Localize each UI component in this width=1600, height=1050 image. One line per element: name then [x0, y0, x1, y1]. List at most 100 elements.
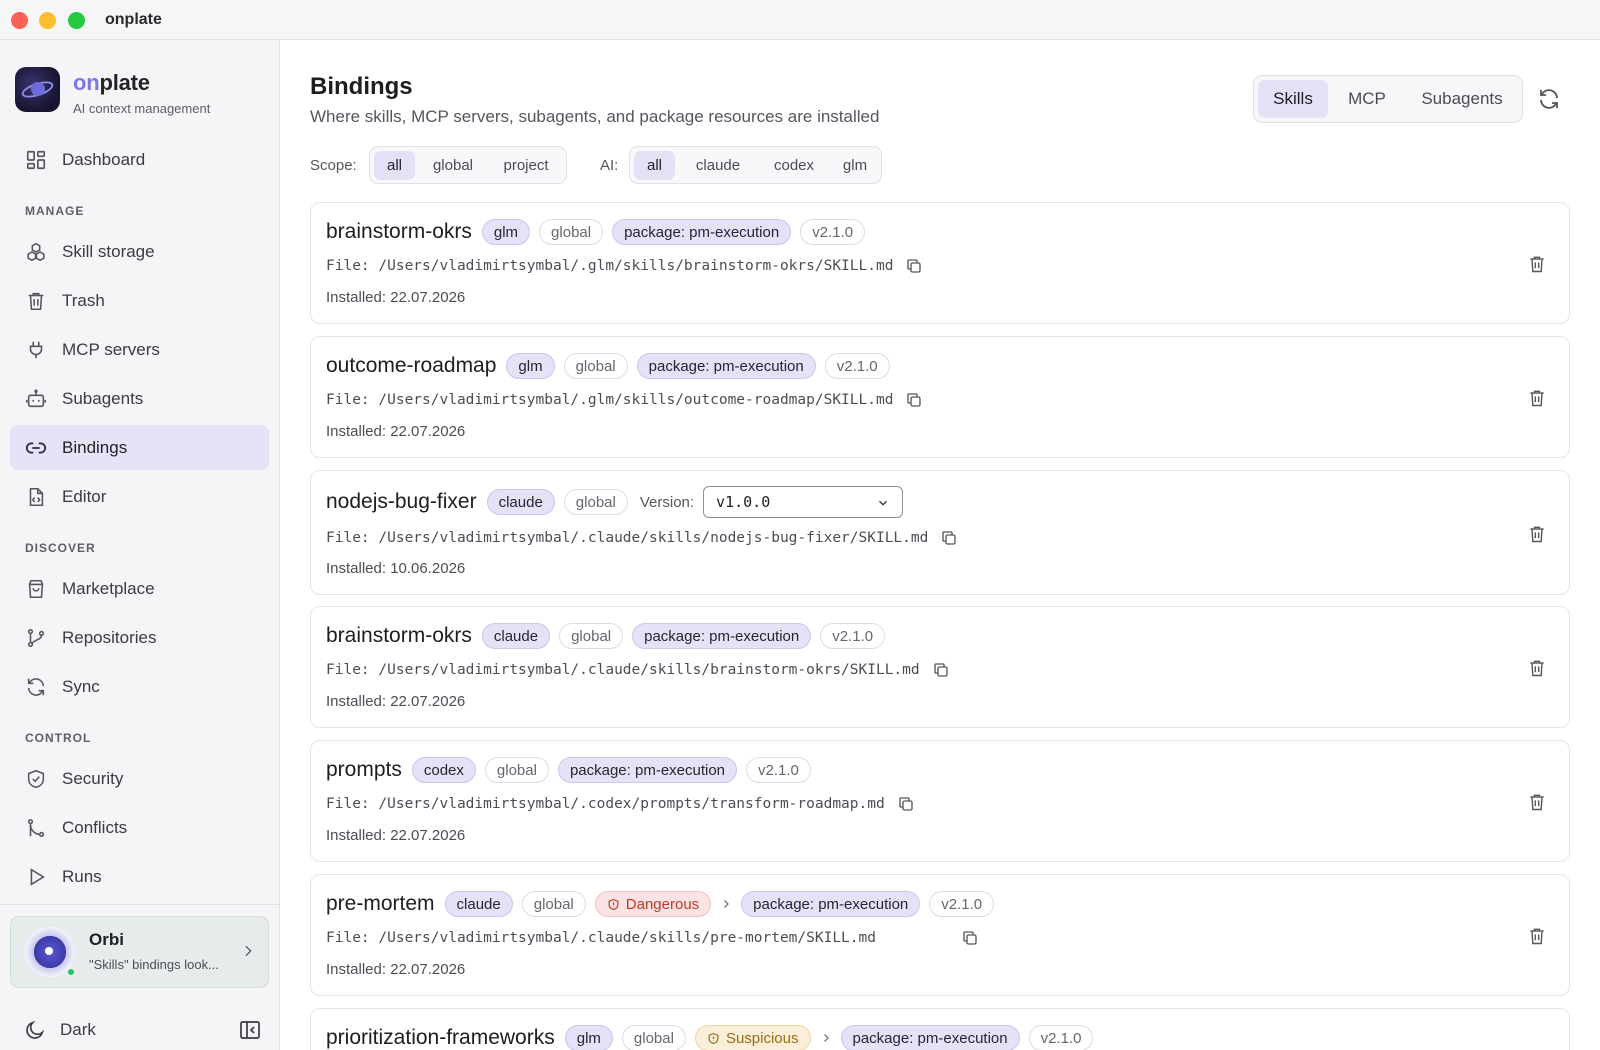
ai-tag: glm — [481, 219, 531, 245]
nav-item-runs[interactable]: Runs — [10, 854, 269, 899]
package-tag[interactable]: package: pm-execution — [557, 757, 738, 783]
nav-label: Security — [62, 768, 124, 788]
ai-tag: claude — [444, 891, 513, 917]
nav-label: Subagents — [62, 388, 144, 408]
orbi-name: Orbi — [89, 930, 124, 949]
package-tag[interactable]: package: pm-execution — [632, 623, 812, 649]
risk-badge-dangerous[interactable]: Dangerous — [594, 891, 712, 917]
ai-tag: claude — [486, 489, 555, 515]
close-window-button[interactable] — [11, 12, 28, 29]
delete-binding-icon[interactable] — [1527, 387, 1547, 409]
package-tag[interactable]: package: pm-execution — [741, 891, 921, 917]
binding-type-tabs: Skills MCP Subagents — [1253, 75, 1523, 123]
copy-icon[interactable] — [905, 257, 923, 275]
nav-item-sync[interactable]: Sync — [10, 664, 269, 709]
ai-filter-label: AI: — [600, 157, 619, 174]
scope-option-all[interactable]: all — [374, 151, 415, 180]
nav-label: Marketplace — [62, 578, 155, 598]
version-select[interactable]: v1.0.0 — [703, 486, 904, 518]
tab-skills[interactable]: Skills — [1258, 80, 1328, 118]
theme-label: Dark — [60, 1020, 96, 1039]
scope-tag: global — [484, 757, 549, 783]
scope-option-global[interactable]: global — [420, 151, 486, 180]
zoom-window-button[interactable] — [68, 12, 85, 29]
scope-tag: global — [539, 219, 604, 245]
nav-label: Skill storage — [62, 241, 155, 261]
nav-item-subagents[interactable]: Subagents — [10, 376, 269, 421]
binding-card: pre-mortem claude global Dangerous packa… — [310, 874, 1570, 996]
scope-filter: all global project — [369, 146, 567, 184]
plug-icon — [29, 341, 43, 358]
nav-label: MCP servers — [62, 339, 160, 359]
binding-card: brainstorm-okrs glm global package: pm-e… — [310, 202, 1570, 324]
delete-binding-icon[interactable] — [1527, 791, 1547, 813]
binding-name: outcome-roadmap — [326, 354, 497, 377]
binding-name: prompts — [326, 758, 402, 781]
file-path: File: /Users/vladimirtsymbal/.codex/prom… — [326, 796, 885, 812]
scope-option-project[interactable]: project — [490, 151, 562, 180]
copy-icon[interactable] — [940, 529, 958, 547]
collapse-sidebar-icon[interactable] — [238, 1018, 262, 1042]
scope-tag: global — [521, 891, 586, 917]
refresh-icon[interactable] — [1537, 87, 1561, 111]
nav-item-dashboard[interactable]: Dashboard — [10, 137, 269, 182]
copy-icon[interactable] — [961, 929, 979, 947]
ai-option-codex[interactable]: codex — [760, 151, 828, 180]
moon-icon — [26, 1020, 45, 1039]
chevron-right-icon — [823, 1034, 829, 1042]
package-tag[interactable]: package: pm-execution — [840, 1025, 1020, 1050]
shield-alert-icon — [708, 1032, 719, 1044]
ai-filter: all claude codex glm — [629, 146, 882, 184]
delete-binding-icon[interactable] — [1527, 657, 1547, 679]
play-icon — [30, 867, 45, 886]
package-tag[interactable]: package: pm-execution — [612, 219, 792, 245]
installed-date: Installed: 22.07.2026 — [326, 827, 466, 844]
delete-binding-icon[interactable] — [1527, 523, 1547, 545]
theme-toggle[interactable]: Dark — [24, 1017, 96, 1043]
nav-item-bindings[interactable]: Bindings — [10, 425, 269, 470]
ai-option-claude[interactable]: claude — [680, 151, 756, 180]
risk-badge-suspicious[interactable]: Suspicious — [694, 1025, 811, 1050]
shield-alert-icon — [608, 898, 619, 910]
scope-tag: global — [559, 623, 624, 649]
nav-item-conflicts[interactable]: Conflicts — [10, 805, 269, 850]
window-title: onplate — [105, 11, 162, 28]
installed-date: Installed: 22.07.2026 — [326, 423, 466, 440]
orbi-assistant-card[interactable]: Orbi "Skills" bindings look... — [10, 916, 269, 988]
nav-item-trash[interactable]: Trash — [10, 278, 269, 323]
installed-date: Installed: 22.07.2026 — [326, 961, 466, 978]
nav-item-editor[interactable]: Editor — [10, 474, 269, 519]
tab-subagents[interactable]: Subagents — [1406, 80, 1518, 118]
ai-tag: codex — [411, 757, 476, 783]
nav-label: Editor — [62, 486, 107, 506]
delete-binding-icon[interactable] — [1527, 253, 1547, 275]
binding-card: outcome-roadmap glm global package: pm-e… — [310, 336, 1570, 458]
nav-item-mcp-servers[interactable]: MCP servers — [10, 327, 269, 372]
ai-tag: glm — [564, 1025, 613, 1050]
git-merge-icon — [27, 818, 45, 837]
binding-name: brainstorm-okrs — [326, 220, 472, 243]
nav-item-repositories[interactable]: Repositories — [10, 615, 269, 660]
copy-icon[interactable] — [932, 661, 950, 679]
nav-item-marketplace[interactable]: Marketplace — [10, 566, 269, 611]
nav-item-skill-storage[interactable]: Skill storage — [10, 229, 269, 274]
version-tag: v2.1.0 — [1028, 1025, 1094, 1050]
package-tag[interactable]: package: pm-execution — [636, 353, 816, 379]
copy-icon[interactable] — [897, 795, 915, 813]
version-tag: v2.1.0 — [800, 219, 866, 245]
online-status-dot — [67, 968, 75, 976]
scope-tag: global — [563, 489, 628, 515]
nav-label: Repositories — [62, 627, 157, 647]
ai-option-glm[interactable]: glm — [832, 151, 878, 180]
installed-date: Installed: 22.07.2026 — [326, 693, 466, 710]
version-select-value: v1.0.0 — [716, 493, 771, 511]
nav-item-security[interactable]: Security — [10, 756, 269, 801]
tab-mcp[interactable]: MCP — [1332, 80, 1402, 118]
copy-icon[interactable] — [905, 391, 923, 409]
ai-option-all[interactable]: all — [634, 151, 675, 180]
shield-check-icon — [27, 769, 45, 788]
delete-binding-icon[interactable] — [1527, 925, 1547, 947]
minimize-window-button[interactable] — [39, 12, 56, 29]
orbi-avatar — [25, 927, 75, 977]
binding-card: brainstorm-okrs claude global package: p… — [310, 606, 1570, 728]
